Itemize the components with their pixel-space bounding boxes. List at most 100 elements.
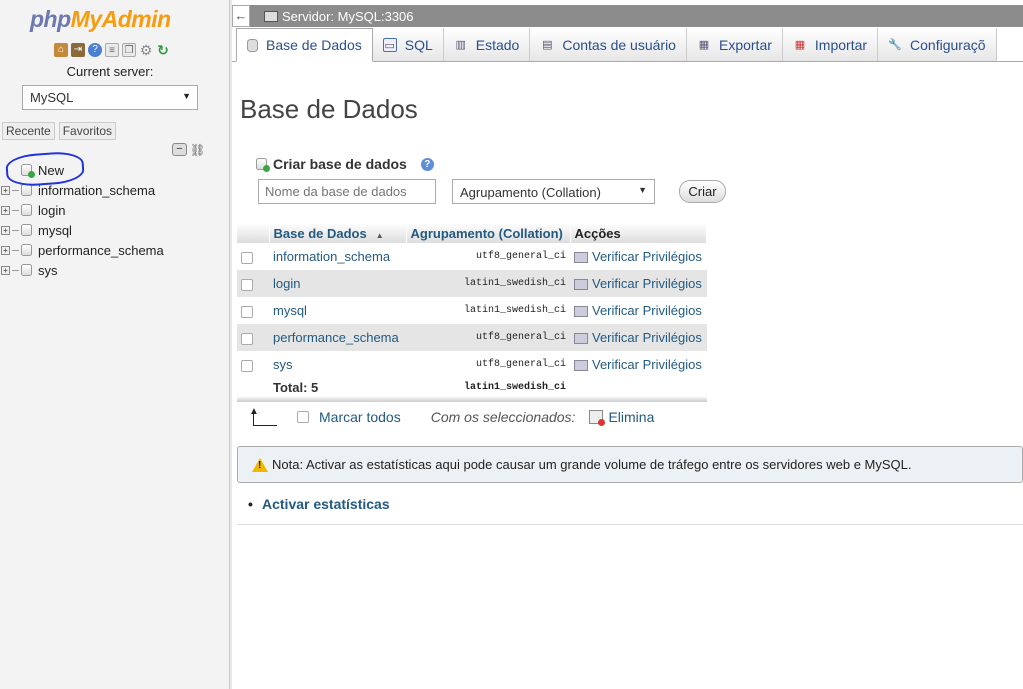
check-privileges-label: Verificar Privilégios <box>592 276 702 291</box>
row-checkbox-cell <box>237 351 269 378</box>
database-icon <box>21 264 32 276</box>
row-checkbox[interactable] <box>241 305 253 318</box>
table-footer-cell <box>237 396 707 402</box>
check-privileges-label: Verificar Privilégios <box>592 330 702 345</box>
tree-line <box>12 189 19 191</box>
server-title[interactable]: Servidor: MySQL:3306 <box>282 9 414 24</box>
reload-icon[interactable]: ↻ <box>156 43 170 57</box>
warning-mark: ! <box>258 459 262 471</box>
tab-import[interactable]: ▦ Importar <box>782 28 879 61</box>
check-privileges-link[interactable]: Verificar Privilégios <box>570 297 707 324</box>
database-icon <box>21 244 32 256</box>
phpmyadmin-logo[interactable]: phpMyAdmin <box>30 6 171 33</box>
wrench-icon: 🔧 <box>888 38 902 51</box>
recent-tab[interactable]: Recente <box>2 122 55 140</box>
column-header-database[interactable]: Base de Dados ▲ <box>269 223 407 243</box>
collation-select[interactable]: Agrupamento (Collation) ▼ <box>452 179 655 204</box>
tree-item-database[interactable]: + mysql <box>0 220 228 240</box>
help-icon[interactable]: ? <box>88 43 102 57</box>
column-header-collation[interactable]: Agrupamento (Collation) <box>406 223 571 243</box>
tree-line <box>12 269 19 271</box>
logout-icon[interactable]: ⇥ <box>71 43 85 57</box>
tab-user-accounts[interactable]: ▤ Contas de usuário <box>530 28 687 61</box>
tab-databases[interactable]: Base de Dados <box>236 28 373 62</box>
check-privileges-link[interactable]: Verificar Privilégios <box>570 243 707 270</box>
database-icon <box>21 224 32 236</box>
link-with-main-icon[interactable]: ⛓ <box>190 143 205 157</box>
arrow-head-icon: ▲ <box>249 406 259 417</box>
new-database-icon <box>256 158 270 172</box>
row-checkbox[interactable] <box>241 332 253 345</box>
collation-value: latin1_swedish_ci <box>406 270 570 297</box>
collapse-all-icon[interactable]: − <box>172 143 187 156</box>
database-name-link[interactable]: information_schema <box>269 243 406 270</box>
tab-settings[interactable]: 🔧 Configuraçõ <box>878 28 997 61</box>
check-privileges-link[interactable]: Verificar Privilégios <box>570 351 707 378</box>
expand-icon[interactable]: + <box>1 225 10 235</box>
select-all-checkbox[interactable] <box>297 411 309 423</box>
database-name-link[interactable]: performance_schema <box>269 324 406 351</box>
logo-part-php: php <box>30 6 71 32</box>
copy-icon[interactable]: ❐ <box>122 43 136 57</box>
tab-status[interactable]: ▥ Estado <box>443 28 531 61</box>
database-name-input[interactable] <box>258 179 436 204</box>
sql-icon: ▭ <box>382 37 397 52</box>
database-icon <box>21 184 32 196</box>
column-header-label: Acções <box>574 225 621 241</box>
tree-item-label: sys <box>38 262 58 278</box>
gear-icon[interactable]: ⚙ <box>139 43 153 57</box>
expand-icon[interactable]: + <box>1 245 10 255</box>
check-privileges-label: Verificar Privilégios <box>592 303 702 318</box>
tree-item-database[interactable]: + sys <box>0 260 228 280</box>
total-empty-cell <box>570 378 707 396</box>
collation-value: utf8_general_ci <box>406 351 570 378</box>
tree-item-label: login <box>38 202 66 218</box>
tab-sql[interactable]: ▭ SQL <box>372 28 444 61</box>
tree-item-database[interactable]: + login <box>0 200 228 220</box>
tab-export[interactable]: ▦ Exportar <box>686 28 783 61</box>
enable-statistics-link[interactable]: Activar estatísticas <box>248 496 390 512</box>
favorites-tab[interactable]: Favoritos <box>58 122 117 140</box>
documentation-icon[interactable]: ≡ <box>105 43 119 57</box>
row-checkbox-cell <box>237 324 269 351</box>
checkbox-header <box>237 223 270 243</box>
page-title: Base de Dados <box>240 94 418 124</box>
table-row: mysql latin1_swedish_ci Verificar Privil… <box>237 297 707 324</box>
navigation-panel: phpMyAdmin ⌂ ⇥ ? ≡ ❐ ⚙ ↻ Current server:… <box>0 0 232 689</box>
column-header-label: Agrupamento (Collation) <box>410 225 563 241</box>
privileges-icon <box>574 333 588 345</box>
back-arrow-icon[interactable]: ← <box>232 5 250 27</box>
database-name-link[interactable]: login <box>269 270 406 297</box>
tree-item-database[interactable]: + performance_schema <box>0 240 228 260</box>
row-checkbox[interactable] <box>241 359 253 372</box>
server-select[interactable]: MySQL ▼ <box>22 85 198 110</box>
table-total-row: Total: 5 latin1_swedish_ci <box>237 378 707 396</box>
database-name-link[interactable]: mysql <box>269 297 406 324</box>
row-checkbox[interactable] <box>241 251 253 264</box>
users-icon: ▤ <box>542 38 553 51</box>
check-privileges-link[interactable]: Verificar Privilégios <box>570 324 707 351</box>
expand-icon[interactable]: + <box>1 185 10 195</box>
tree-line <box>12 209 19 211</box>
privileges-icon <box>574 306 588 318</box>
row-checkbox[interactable] <box>241 278 253 291</box>
database-name-link[interactable]: sys <box>269 351 406 378</box>
import-icon: ▦ <box>794 38 806 51</box>
column-header-label: Base de Dados <box>273 225 367 241</box>
expand-icon[interactable]: + <box>1 265 10 275</box>
drop-button[interactable]: Elimina <box>608 409 654 425</box>
export-icon: ▦ <box>698 38 710 51</box>
create-database-button[interactable]: Criar <box>679 180 726 203</box>
total-empty-cell <box>237 378 269 396</box>
mark-all-label[interactable]: Marcar todos <box>319 409 401 425</box>
main-panel: ← Servidor: MySQL:3306 Base de Dados ▭ S… <box>232 0 1023 689</box>
expand-icon[interactable]: + <box>1 205 10 215</box>
home-icon[interactable]: ⌂ <box>54 43 68 57</box>
help-icon[interactable]: ? <box>420 157 434 171</box>
privileges-icon <box>574 279 588 291</box>
check-privileges-link[interactable]: Verificar Privilégios <box>570 270 707 297</box>
drop-database-icon[interactable] <box>589 410 606 426</box>
database-icon <box>21 204 32 216</box>
status-icon: ▥ <box>455 38 466 51</box>
tree-line <box>12 229 19 231</box>
